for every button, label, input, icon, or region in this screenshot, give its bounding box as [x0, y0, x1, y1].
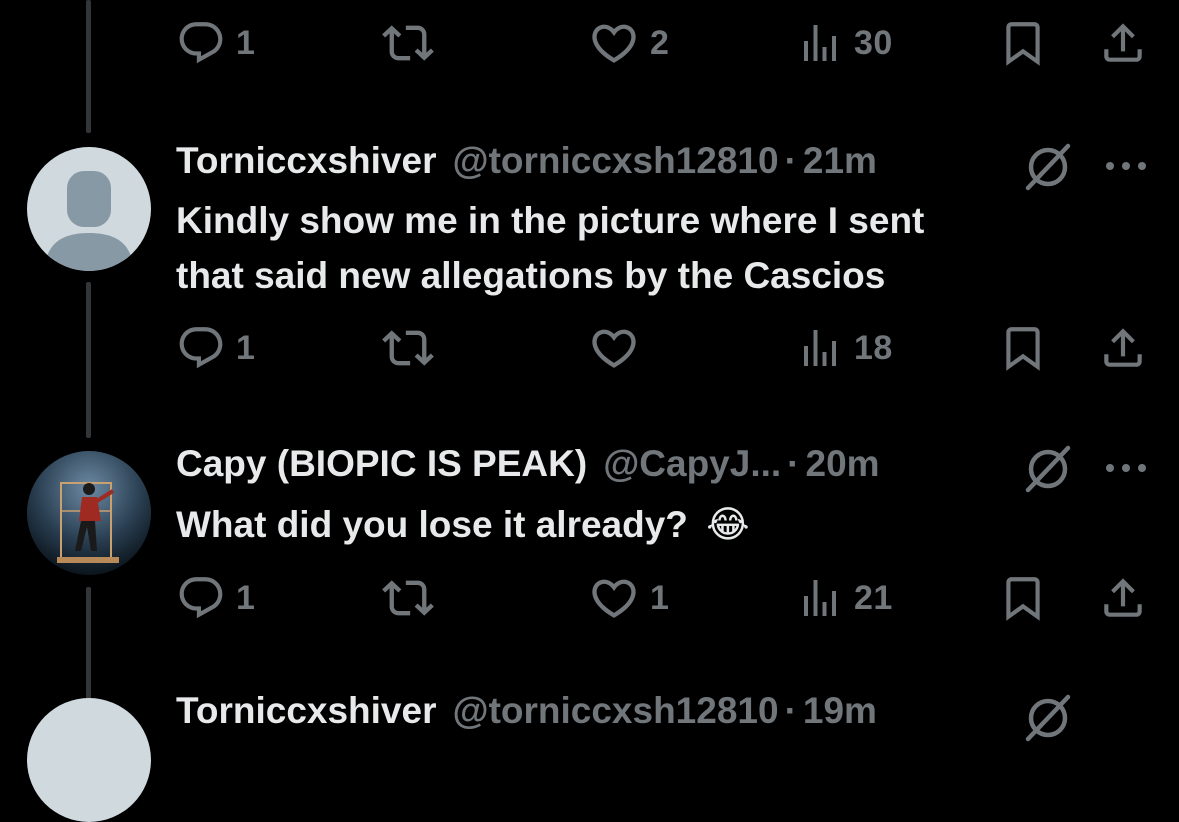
- post-time[interactable]: 21m: [803, 140, 877, 182]
- more-icon[interactable]: [1102, 458, 1150, 478]
- like-button[interactable]: 2: [588, 13, 669, 73]
- views-button[interactable]: 21: [796, 568, 893, 628]
- default-avatar-icon: [45, 171, 133, 271]
- views-icon: [796, 324, 844, 372]
- thread-line: [86, 0, 91, 133]
- heart-icon: [588, 322, 640, 374]
- performer-photo-avatar: [27, 451, 151, 575]
- repost-icon: [382, 572, 434, 624]
- repost-icon: [382, 17, 434, 69]
- heart-icon: [588, 572, 640, 624]
- heart-icon: [588, 17, 640, 69]
- reply-icon: [176, 18, 226, 68]
- post-header: Torniccxshiver @torniccxsh12810 · 19m: [176, 690, 877, 740]
- grok-icon[interactable]: [1022, 141, 1074, 193]
- view-count: 21: [854, 578, 893, 617]
- author-handle[interactable]: @torniccxsh12810: [452, 140, 778, 182]
- grok-icon[interactable]: [1022, 692, 1074, 744]
- reply-icon: [176, 323, 226, 373]
- bookmark-button[interactable]: [998, 13, 1048, 73]
- author-name[interactable]: Torniccxshiver: [176, 140, 436, 182]
- repost-button[interactable]: [382, 318, 434, 378]
- separator: ·: [787, 443, 800, 484]
- post-time[interactable]: 20m: [806, 443, 880, 485]
- share-button[interactable]: [1098, 13, 1148, 73]
- author-name[interactable]: Torniccxshiver: [176, 690, 436, 732]
- post-text: Kindly show me in the picture where I se…: [176, 193, 924, 303]
- like-count: 1: [650, 578, 670, 617]
- repost-icon: [382, 322, 434, 374]
- thread-line: [86, 282, 91, 438]
- bookmark-button[interactable]: [998, 318, 1048, 378]
- reply-count: 1: [236, 328, 256, 367]
- like-button[interactable]: 1: [588, 568, 669, 628]
- share-button[interactable]: [1098, 568, 1148, 628]
- share-icon: [1098, 573, 1148, 623]
- thread-line: [86, 587, 91, 702]
- repost-button[interactable]: [382, 13, 434, 73]
- view-count: 18: [854, 328, 893, 367]
- views-icon: [796, 574, 844, 622]
- views-button[interactable]: 18: [796, 318, 893, 378]
- post-header: Capy (BIOPIC IS PEAK) @CapyJ... · 20m: [176, 443, 880, 493]
- repost-button[interactable]: [382, 568, 434, 628]
- more-icon[interactable]: [1102, 156, 1150, 176]
- views-button[interactable]: 30: [796, 13, 893, 73]
- bookmark-icon: [998, 18, 1048, 68]
- post-text-line: that said new allegations by the Cascios: [176, 255, 886, 296]
- post-time[interactable]: 19m: [803, 690, 877, 732]
- post-text-line: What did you lose it already?: [176, 504, 688, 545]
- reply-button[interactable]: 1: [176, 318, 255, 378]
- author-handle[interactable]: @torniccxsh12810: [452, 690, 778, 732]
- post-text: What did you lose it already? 😂: [176, 497, 749, 552]
- views-icon: [796, 19, 844, 67]
- like-count: 2: [650, 23, 670, 62]
- share-icon: [1098, 323, 1148, 373]
- view-count: 30: [854, 23, 893, 62]
- separator: ·: [784, 140, 797, 181]
- separator: ·: [784, 690, 797, 731]
- post-actions: 1 2 30: [176, 13, 1151, 73]
- bookmark-icon: [998, 323, 1048, 373]
- reply-count: 1: [236, 578, 256, 617]
- post-actions: 1 1 21: [176, 568, 1151, 628]
- avatar[interactable]: [27, 451, 151, 575]
- bookmark-button[interactable]: [998, 568, 1048, 628]
- post-actions: 1 18: [176, 318, 1151, 378]
- author-name[interactable]: Capy (BIOPIC IS PEAK): [176, 443, 587, 485]
- post-header: Torniccxshiver @torniccxsh12810 · 21m: [176, 140, 877, 190]
- reply-count: 1: [236, 23, 256, 62]
- reply-button[interactable]: 1: [176, 13, 255, 73]
- reply-icon: [176, 573, 226, 623]
- avatar[interactable]: [27, 698, 151, 822]
- bookmark-icon: [998, 573, 1048, 623]
- share-button[interactable]: [1098, 318, 1148, 378]
- reply-button[interactable]: 1: [176, 568, 255, 628]
- avatar[interactable]: [27, 147, 151, 271]
- post-text-line: Kindly show me in the picture where I se…: [176, 200, 925, 241]
- like-button[interactable]: [588, 318, 640, 378]
- grok-icon[interactable]: [1022, 443, 1074, 495]
- share-icon: [1098, 18, 1148, 68]
- author-handle[interactable]: @CapyJ...: [603, 443, 781, 485]
- emoji: 😂: [706, 504, 750, 545]
